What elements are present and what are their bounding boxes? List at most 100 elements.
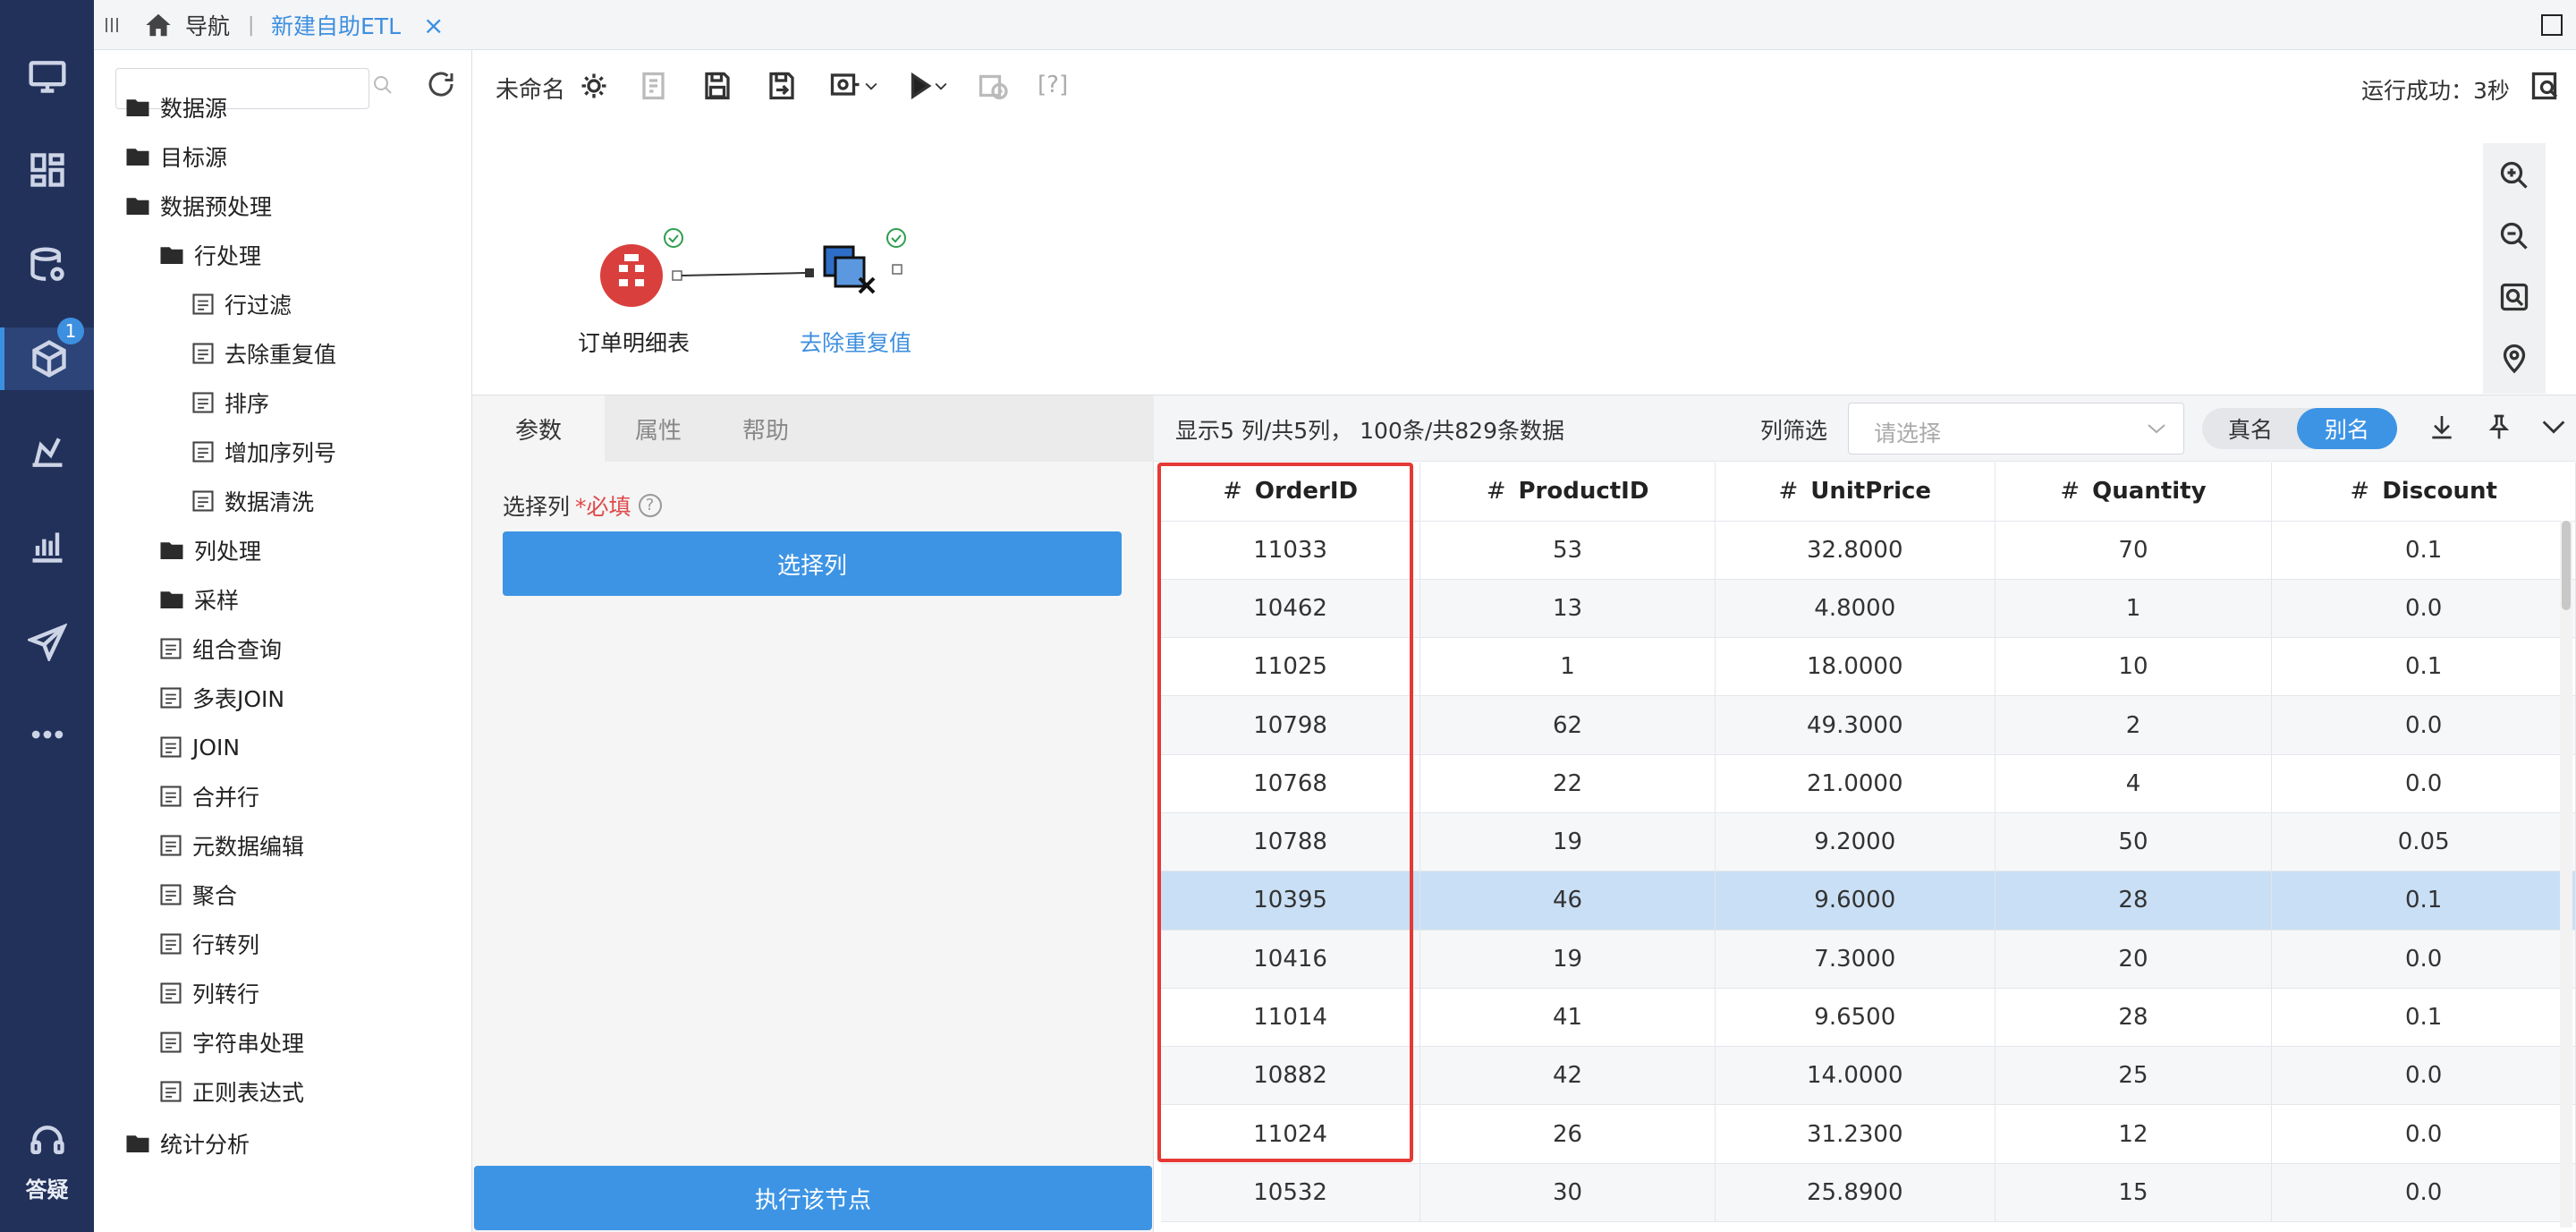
collapse-icon[interactable]: [2538, 412, 2569, 447]
flow-title[interactable]: 未命名: [496, 72, 565, 105]
table-cell: 49.3000: [1715, 695, 1996, 755]
headset-icon[interactable]: [0, 1109, 94, 1172]
chevron-down-icon[interactable]: [862, 70, 880, 102]
tree-item[interactable]: 行过滤: [191, 286, 292, 322]
node-label-dedup[interactable]: 去除重复值: [800, 326, 911, 358]
tree-item[interactable]: 统计分析: [124, 1126, 250, 1161]
close-tab-icon[interactable]: ×: [423, 9, 444, 41]
tree-item[interactable]: 列转行: [158, 975, 259, 1011]
run-log-icon[interactable]: [2529, 70, 2562, 102]
model-icon[interactable]: [0, 421, 94, 483]
toggle-alias[interactable]: 别名: [2297, 408, 2397, 449]
tree-item-label: 列处理: [194, 539, 262, 565]
tree-item[interactable]: 采样: [158, 582, 239, 617]
database-settings-icon[interactable]: [0, 234, 94, 297]
refresh-icon[interactable]: [425, 68, 457, 106]
table-row[interactable]: 11024 26 31.2300 12 0.0: [1161, 1104, 2576, 1164]
tree-item[interactable]: 合并行: [158, 778, 259, 814]
more-icon[interactable]: [0, 703, 94, 766]
table-row[interactable]: 10462 13 4.8000 1 0.0: [1161, 579, 2576, 639]
settings-icon[interactable]: [578, 70, 610, 102]
name-toggle[interactable]: 真名 别名: [2202, 408, 2397, 449]
table-row[interactable]: 10882 42 14.0000 25 0.0: [1161, 1046, 2576, 1106]
dashboard-icon[interactable]: [0, 139, 94, 201]
save-as-icon[interactable]: [766, 70, 798, 102]
table-row[interactable]: 11033 53 32.8000 70 0.1: [1161, 521, 2576, 580]
run-icon[interactable]: [903, 70, 936, 102]
tab-properties[interactable]: 属性: [605, 395, 712, 462]
table-row[interactable]: 11025 1 18.0000 10 0.1: [1161, 637, 2576, 697]
tree-item[interactable]: 排序: [191, 385, 269, 421]
tree-item[interactable]: 行转列: [158, 926, 259, 962]
tree-item[interactable]: 字符串处理: [158, 1024, 304, 1060]
tab-params[interactable]: 参数: [472, 395, 605, 462]
nav-tab-label[interactable]: 导航: [185, 9, 230, 41]
table-row[interactable]: 10532 30 25.8900 15 0.0: [1161, 1163, 2576, 1223]
fit-view-icon[interactable]: [2498, 281, 2530, 313]
column-header[interactable]: # UnitPrice: [1715, 463, 1996, 522]
send-icon[interactable]: [0, 610, 94, 673]
question-icon[interactable]: ?: [638, 494, 662, 517]
search-icon: [373, 75, 393, 100]
tree-item[interactable]: 行处理: [158, 237, 261, 273]
chart-icon[interactable]: [0, 514, 94, 577]
tree-item[interactable]: 目标源: [124, 139, 227, 174]
node-label-source[interactable]: 订单明细表: [578, 326, 690, 358]
tree-item[interactable]: 列处理: [158, 532, 261, 568]
tree-item[interactable]: 增加序列号: [191, 434, 336, 470]
column-header[interactable]: # OrderID: [1161, 463, 1421, 522]
tree-item-label: 正则表达式: [192, 1080, 305, 1106]
tree-item[interactable]: 多表JOIN: [158, 680, 284, 716]
tree-item[interactable]: 组合查询: [158, 631, 282, 667]
execute-node-button[interactable]: 执行该节点: [474, 1166, 1152, 1230]
table-row[interactable]: 10395 46 9.6000 28 0.1: [1161, 871, 2576, 930]
properties-icon[interactable]: [639, 70, 671, 102]
zoom-out-icon[interactable]: [2498, 220, 2530, 252]
numeric-type-icon: #: [2060, 478, 2080, 506]
numeric-type-icon: #: [2350, 478, 2370, 506]
menu-collapse-icon[interactable]: [103, 9, 121, 41]
column-header[interactable]: # Quantity: [1995, 463, 2273, 522]
zoom-in-icon[interactable]: [2498, 159, 2530, 191]
pin-icon[interactable]: [2485, 412, 2513, 447]
tab-help[interactable]: 帮助: [712, 395, 819, 462]
select-columns-button[interactable]: 选择列: [503, 531, 1122, 596]
publish-icon[interactable]: [828, 70, 860, 102]
tree-item[interactable]: JOIN: [158, 729, 240, 765]
table-cell: 62: [1419, 695, 1716, 755]
scrollbar-thumb[interactable]: [2562, 521, 2571, 610]
tab-new-etl[interactable]: 新建自助ETL: [271, 9, 401, 41]
tree-item[interactable]: 数据源: [124, 89, 227, 125]
desktop-icon[interactable]: [0, 45, 94, 107]
schedule-icon[interactable]: [977, 70, 1009, 102]
home-icon[interactable]: [143, 9, 174, 41]
table-row[interactable]: 10798 62 49.3000 2 0.0: [1161, 695, 2576, 755]
help-icon[interactable]: [?]: [1038, 72, 1068, 98]
maximize-icon[interactable]: [2540, 9, 2563, 41]
tree-item[interactable]: 正则表达式: [158, 1074, 304, 1109]
tree-item[interactable]: 去除重复值: [191, 336, 336, 371]
save-icon[interactable]: [701, 70, 733, 102]
select-column-label: 选择列: [503, 494, 571, 520]
help-label[interactable]: 答疑: [0, 1172, 94, 1203]
flow-canvas[interactable]: 订单明细表 去除重复值: [472, 122, 2576, 395]
download-icon[interactable]: [2428, 412, 2456, 447]
locate-icon[interactable]: [2498, 342, 2530, 374]
tree-item[interactable]: 元数据编辑: [158, 828, 304, 863]
table-cell: 28: [1995, 871, 2273, 930]
table-scrollbar[interactable]: [2560, 521, 2572, 1228]
table-row[interactable]: 10788 19 9.2000 50 0.05: [1161, 812, 2576, 872]
toggle-real-name[interactable]: 真名: [2202, 408, 2299, 449]
tree-item[interactable]: 数据预处理: [124, 188, 272, 224]
table-row[interactable]: 10768 22 21.0000 4 0.0: [1161, 754, 2576, 813]
column-header[interactable]: # Discount: [2271, 463, 2576, 522]
tree-item[interactable]: 聚合: [158, 877, 237, 913]
tree-item-label: 多表JOIN: [192, 686, 285, 712]
table-row[interactable]: 11014 41 9.6500 28 0.1: [1161, 988, 2576, 1048]
tree-item-label: 排序: [225, 391, 270, 417]
column-header[interactable]: # ProductID: [1419, 463, 1716, 522]
tree-item[interactable]: 数据清洗: [191, 483, 314, 519]
column-filter-select[interactable]: 请选择: [1848, 403, 2184, 455]
run-options-chevron-icon[interactable]: [932, 70, 950, 102]
table-row[interactable]: 10416 19 7.3000 20 0.0: [1161, 930, 2576, 989]
